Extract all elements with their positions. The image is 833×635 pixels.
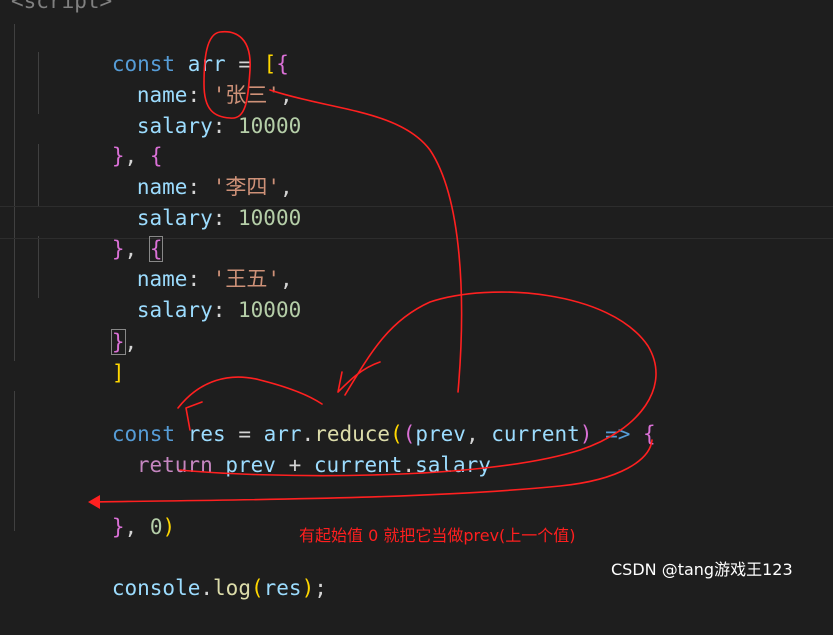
annotation-note: 有起始值 0 就把它当做prev(上一个值) [299,526,576,545]
arrow-to-current-head [337,361,381,393]
arrow-to-current [269,89,463,393]
circle-around-first-object [203,30,251,119]
arrow-to-zero [91,439,653,503]
loop-head [177,376,323,431]
arrow-to-zero-head [88,495,100,509]
annotation-drawing [88,30,657,509]
watermark: CSDN @tang游戏王123 [611,560,793,579]
loop-around-prev [179,291,657,477]
